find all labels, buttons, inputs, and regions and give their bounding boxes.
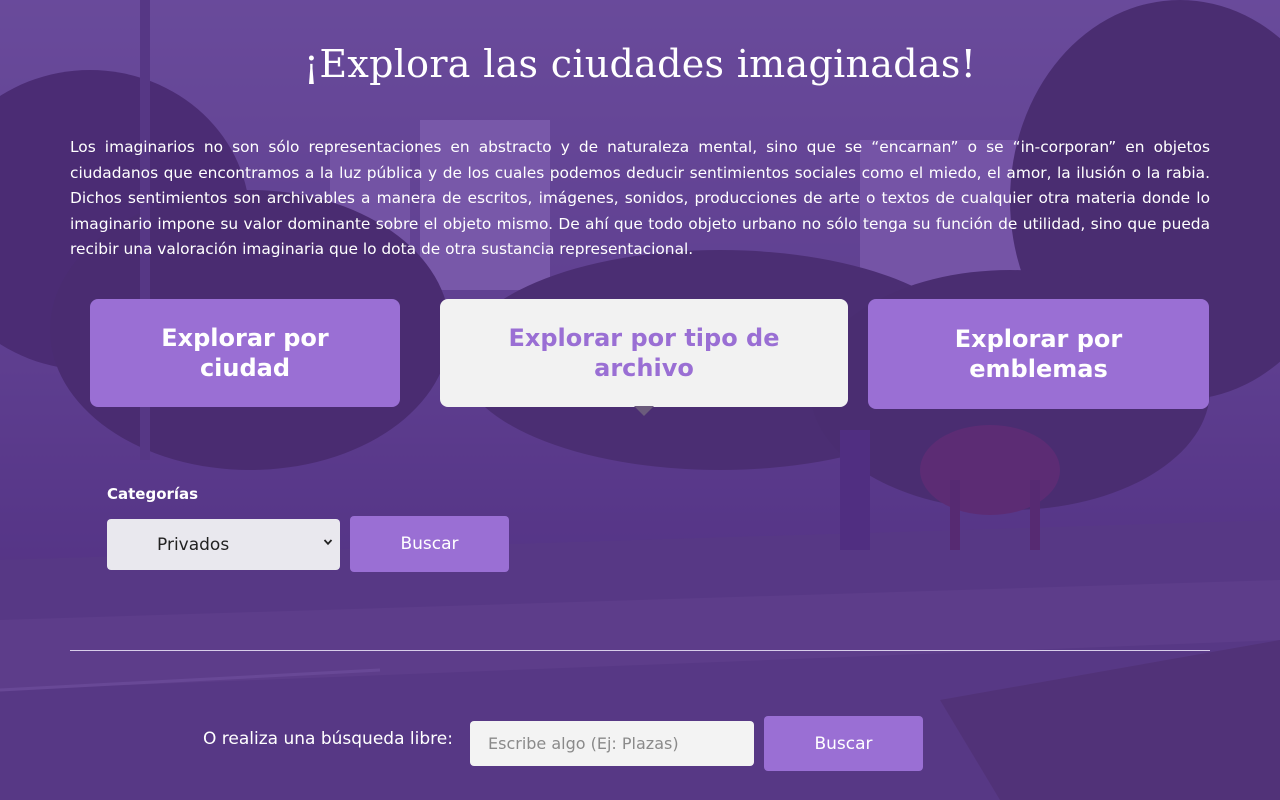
free-search-button[interactable]: Buscar [764, 716, 923, 771]
free-search-label: O realiza una búsqueda libre: [203, 729, 453, 749]
main-content: ¡Explora las ciudades imaginadas! Los im… [0, 0, 1280, 800]
tab-label: Explorar por emblemas [954, 325, 1123, 383]
tab-explore-by-city[interactable]: Explorar por ciudad [90, 299, 400, 407]
intro-paragraph: Los imaginarios no son sólo representaci… [70, 138, 1210, 258]
tab-explore-by-file-type[interactable]: Explorar por tipo de archivo [440, 299, 848, 407]
active-tab-indicator [634, 406, 654, 416]
page: ¡Explora las ciudades imaginadas! Los im… [0, 0, 1280, 800]
category-select-value: Privados [157, 534, 230, 555]
tab-label: Explorar por ciudad [161, 324, 329, 382]
page-title: ¡Explora las ciudades imaginadas! [303, 42, 977, 86]
category-search-button[interactable]: Buscar [350, 516, 509, 572]
tab-label: Explorar por tipo de archivo [508, 324, 780, 382]
chevron-down-icon [323, 539, 333, 546]
category-select[interactable]: Privados [107, 519, 340, 570]
section-divider [70, 650, 1210, 651]
tab-explore-by-emblems[interactable]: Explorar por emblemas [868, 299, 1209, 409]
categories-label: Categorías [107, 485, 199, 503]
free-search-input[interactable] [470, 721, 754, 766]
